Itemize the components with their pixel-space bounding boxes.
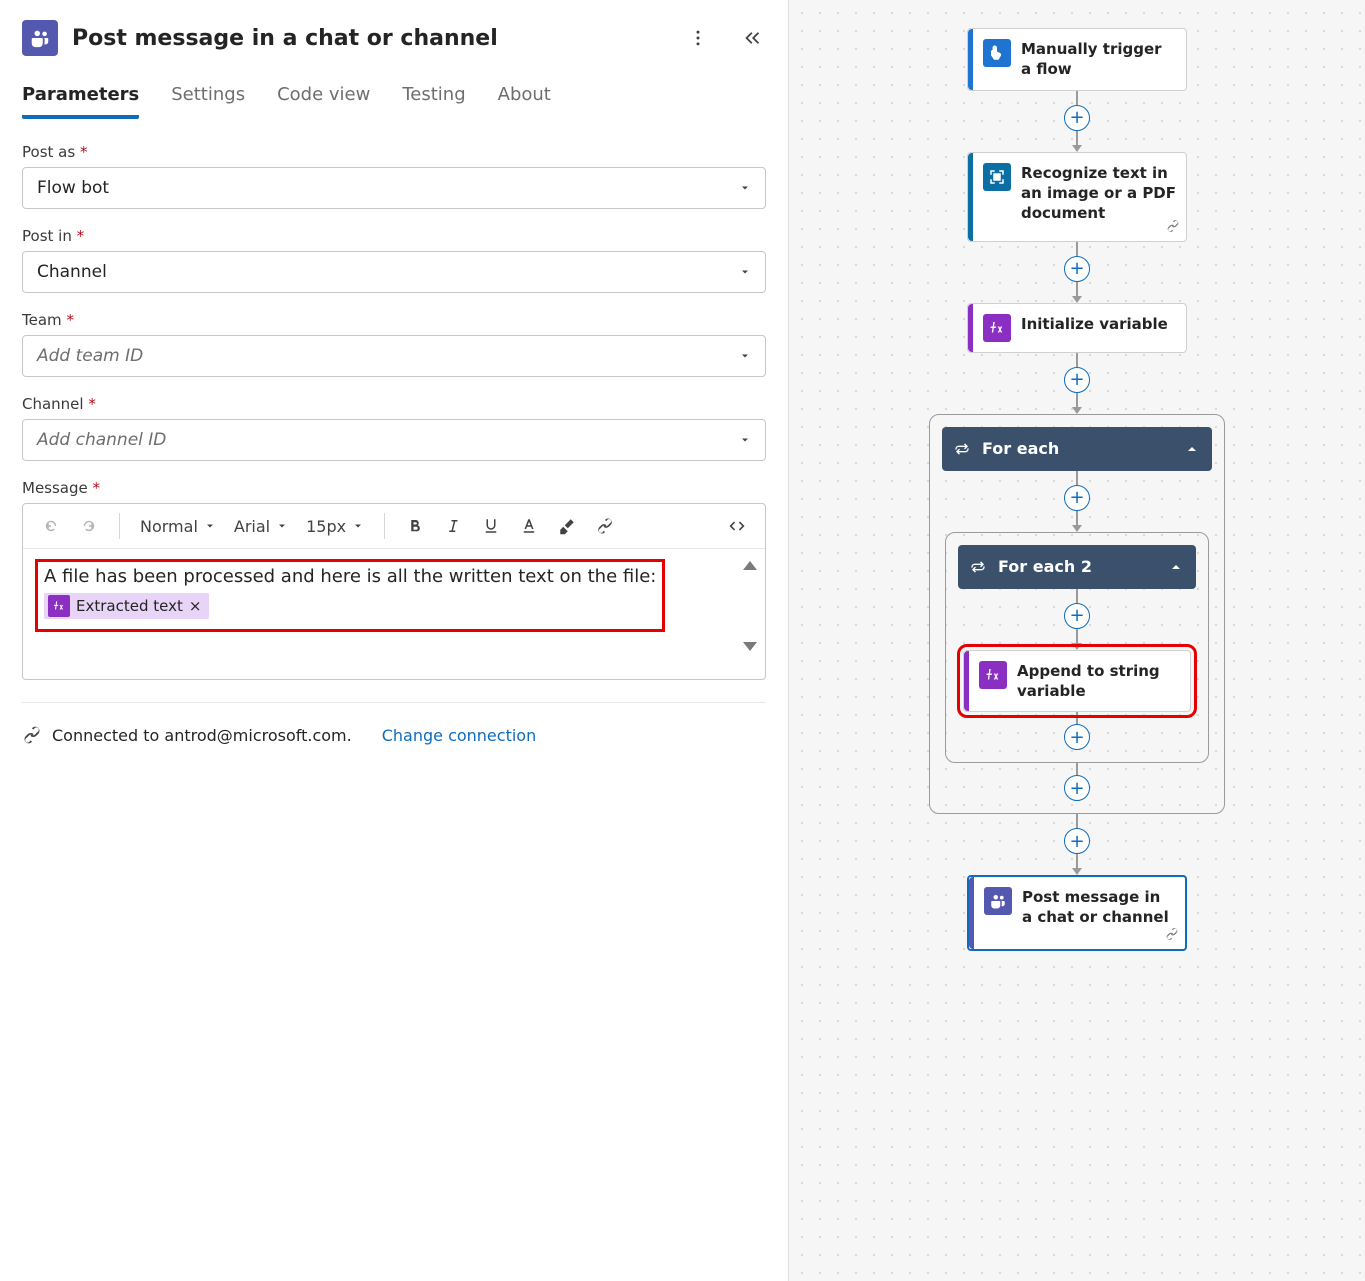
link-icon (1166, 218, 1180, 237)
add-action-button[interactable]: + (1064, 724, 1090, 750)
editor-toolbar: Normal Arial 15px (23, 504, 765, 549)
scroll-up-icon (743, 561, 757, 570)
loop-icon (970, 559, 986, 575)
tab-parameters[interactable]: Parameters (22, 84, 139, 119)
separator (22, 702, 766, 703)
chevron-up-icon (1184, 441, 1200, 457)
token-label: Extracted text (76, 597, 183, 615)
font-color-button[interactable] (513, 510, 545, 542)
node-title: Append to string variable (1017, 661, 1180, 702)
tabs-bar: Parameters Settings Code view Testing Ab… (22, 84, 766, 119)
select-post-as-value: Flow bot (37, 178, 109, 198)
scan-icon (983, 163, 1011, 191)
node-post-message[interactable]: Post message in a chat or channel (967, 875, 1187, 951)
label-message: Message * (22, 479, 766, 497)
select-team[interactable]: Add team ID (22, 335, 766, 377)
undo-button[interactable] (35, 510, 67, 542)
node-append-string[interactable]: Append to string variable (963, 650, 1191, 713)
size-select[interactable]: 15px (300, 517, 370, 536)
link-icon (22, 725, 42, 745)
node-title: Recognize text in an image or a PDF docu… (1021, 163, 1176, 224)
foreach-container: For each + For each 2 + (929, 414, 1225, 815)
add-action-button[interactable]: + (1064, 256, 1090, 282)
more-button[interactable] (684, 24, 712, 52)
add-action-button[interactable]: + (1064, 603, 1090, 629)
editor-body[interactable]: A file has been processed and here is al… (23, 549, 765, 679)
node-initialize-variable[interactable]: Initialize variable (967, 303, 1187, 353)
node-ocr[interactable]: Recognize text in an image or a PDF docu… (967, 152, 1187, 242)
node-trigger[interactable]: Manually trigger a flow (967, 28, 1187, 91)
select-channel-placeholder: Add channel ID (37, 430, 166, 450)
node-title: For each 2 (998, 557, 1092, 576)
label-post-as: Post as * (22, 143, 766, 161)
label-team: Team * (22, 311, 766, 329)
change-connection-link[interactable]: Change connection (382, 726, 537, 745)
add-action-button[interactable]: + (1064, 105, 1090, 131)
chevron-down-icon (739, 434, 751, 446)
chevron-up-icon (1168, 559, 1184, 575)
teams-icon (22, 20, 58, 56)
node-title: Manually trigger a flow (1021, 39, 1176, 80)
add-action-button[interactable]: + (1064, 367, 1090, 393)
tab-codeview[interactable]: Code view (277, 84, 370, 119)
action-config-panel: Post message in a chat or channel Parame… (0, 0, 788, 1281)
highlight-button[interactable] (551, 510, 583, 542)
foreach2-container: For each 2 + Append to string variable (945, 532, 1209, 764)
token-remove[interactable]: × (189, 597, 202, 615)
node-foreach-2[interactable]: For each 2 (958, 545, 1196, 589)
tab-testing[interactable]: Testing (402, 84, 465, 119)
style-select[interactable]: Normal (134, 517, 222, 536)
label-channel: Channel * (22, 395, 766, 413)
underline-button[interactable] (475, 510, 507, 542)
redo-button[interactable] (73, 510, 105, 542)
label-post-in: Post in * (22, 227, 766, 245)
tab-about[interactable]: About (498, 84, 551, 119)
chevron-down-icon (739, 182, 751, 194)
highlighted-region: A file has been processed and here is al… (35, 559, 665, 632)
select-post-as[interactable]: Flow bot (22, 167, 766, 209)
action-title: Post message in a chat or channel (72, 26, 498, 51)
select-team-placeholder: Add team ID (37, 346, 143, 366)
node-title: Post message in a chat or channel (1022, 887, 1175, 928)
chevron-down-icon (276, 520, 288, 532)
select-channel[interactable]: Add channel ID (22, 419, 766, 461)
chevron-down-icon (739, 350, 751, 362)
insert-link-button[interactable] (589, 510, 621, 542)
action-header: Post message in a chat or channel (22, 20, 766, 56)
loop-icon (954, 441, 970, 457)
connection-text: Connected to antrod@microsoft.com. (52, 726, 352, 745)
select-post-in-value: Channel (37, 262, 107, 282)
chevron-down-icon (739, 266, 751, 278)
rich-text-editor: Normal Arial 15px A file has been proces… (22, 503, 766, 680)
editor-scrollbar[interactable] (743, 561, 757, 651)
add-action-button[interactable]: + (1064, 485, 1090, 511)
add-action-button[interactable]: + (1064, 828, 1090, 854)
code-view-toggle[interactable] (721, 510, 753, 542)
dynamic-content-token[interactable]: Extracted text × (44, 593, 209, 619)
touch-icon (983, 39, 1011, 67)
scroll-down-icon (743, 642, 757, 651)
add-action-button[interactable]: + (1064, 775, 1090, 801)
font-select[interactable]: Arial (228, 517, 294, 536)
italic-button[interactable] (437, 510, 469, 542)
message-text: A file has been processed and here is al… (44, 566, 656, 587)
chevron-down-icon (352, 520, 364, 532)
chevron-down-icon (204, 520, 216, 532)
tab-settings[interactable]: Settings (171, 84, 245, 119)
select-post-in[interactable]: Channel (22, 251, 766, 293)
teams-icon (984, 887, 1012, 915)
flow-canvas[interactable]: Manually trigger a flow + Recognize text… (788, 0, 1365, 1281)
node-title: For each (982, 439, 1059, 458)
collapse-panel-button[interactable] (738, 24, 766, 52)
node-title: Initialize variable (1021, 314, 1168, 334)
link-icon (1165, 926, 1179, 945)
connection-row: Connected to antrod@microsoft.com. Chang… (22, 725, 766, 745)
node-foreach[interactable]: For each (942, 427, 1212, 471)
fx-icon (983, 314, 1011, 342)
bold-button[interactable] (399, 510, 431, 542)
fx-icon (979, 661, 1007, 689)
fx-icon (48, 595, 70, 617)
